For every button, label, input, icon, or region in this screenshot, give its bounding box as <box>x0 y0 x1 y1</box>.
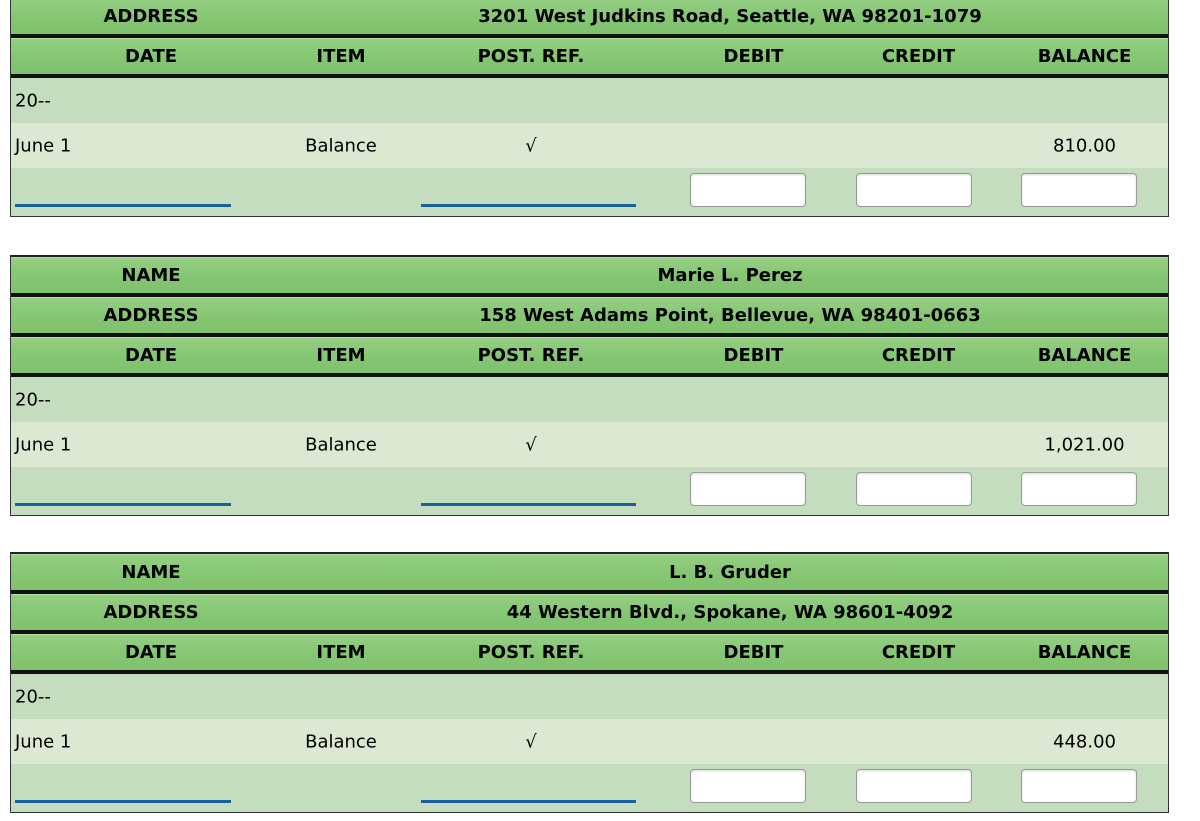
post-ref-input[interactable] <box>421 503 636 506</box>
name-label: NAME <box>121 264 181 286</box>
address-row: ADDRESS 44 Western Blvd., Spokane, WA 98… <box>11 594 1168 634</box>
credit-header: CREDIT <box>881 45 956 67</box>
item-header: ITEM <box>316 45 366 67</box>
post-ref-check: √ <box>525 731 537 752</box>
year-row: 20-- <box>11 674 1168 719</box>
balance-input[interactable] <box>1021 173 1137 207</box>
debit-input[interactable] <box>690 173 806 207</box>
entry-row <box>11 764 1168 812</box>
balance-header: BALANCE <box>1037 344 1132 366</box>
post-ref-header: POST. REF. <box>477 45 585 67</box>
balance-cell: 1,021.00 <box>1044 434 1125 455</box>
name-value: L. B. Gruder <box>669 561 791 583</box>
name-row: NAME L. B. Gruder <box>11 554 1168 594</box>
balance-header: BALANCE <box>1037 641 1132 663</box>
date-input[interactable] <box>15 800 231 803</box>
address-value: 158 West Adams Point, Bellevue, WA 98401… <box>479 304 981 326</box>
year-row: 20-- <box>11 377 1168 422</box>
address-value: 44 Western Blvd., Spokane, WA 98601-4092 <box>506 601 954 623</box>
credit-header: CREDIT <box>881 641 956 663</box>
address-label: ADDRESS <box>103 5 199 27</box>
name-label: NAME <box>121 561 181 583</box>
balance-row: June 1 Balance √ 1,021.00 <box>11 422 1168 467</box>
balance-row: June 1 Balance √ 810.00 <box>11 123 1168 168</box>
date-header: DATE <box>124 45 178 67</box>
post-ref-header: POST. REF. <box>477 344 585 366</box>
date-header: DATE <box>124 344 178 366</box>
address-value: 3201 West Judkins Road, Seattle, WA 9820… <box>478 5 982 27</box>
balance-cell: 448.00 <box>1053 731 1116 752</box>
name-value: Marie L. Perez <box>657 264 803 286</box>
credit-header: CREDIT <box>881 344 956 366</box>
year-row: 20-- <box>11 78 1168 123</box>
balance-header: BALANCE <box>1037 45 1132 67</box>
credit-input[interactable] <box>856 769 972 803</box>
entry-row <box>11 168 1168 216</box>
column-header-row: DATE ITEM POST. REF. DEBIT CREDIT BALANC… <box>11 634 1168 674</box>
post-ref-check: √ <box>525 434 537 455</box>
year-cell: 20-- <box>15 686 51 707</box>
address-row: ADDRESS 3201 West Judkins Road, Seattle,… <box>11 0 1168 38</box>
post-ref-header: POST. REF. <box>477 641 585 663</box>
name-row: NAME Marie L. Perez <box>11 257 1168 297</box>
date-cell: June 1 <box>15 731 72 752</box>
debit-header: DEBIT <box>723 641 784 663</box>
address-label: ADDRESS <box>103 601 199 623</box>
credit-input[interactable] <box>856 472 972 506</box>
address-label: ADDRESS <box>103 304 199 326</box>
column-header-row: DATE ITEM POST. REF. DEBIT CREDIT BALANC… <box>11 337 1168 377</box>
date-cell: June 1 <box>15 135 72 156</box>
post-ref-input[interactable] <box>421 204 636 207</box>
address-row: ADDRESS 158 West Adams Point, Bellevue, … <box>11 297 1168 337</box>
ledger-account-2: NAME Marie L. Perez ADDRESS 158 West Ada… <box>10 255 1169 516</box>
debit-header: DEBIT <box>723 344 784 366</box>
ledger-account-3: NAME L. B. Gruder ADDRESS 44 Western Blv… <box>10 552 1169 813</box>
item-header: ITEM <box>316 344 366 366</box>
balance-row: June 1 Balance √ 448.00 <box>11 719 1168 764</box>
post-ref-input[interactable] <box>421 800 636 803</box>
item-cell: Balance <box>305 434 377 455</box>
item-cell: Balance <box>305 731 377 752</box>
item-cell: Balance <box>305 135 377 156</box>
column-header-row: DATE ITEM POST. REF. DEBIT CREDIT BALANC… <box>11 38 1168 78</box>
debit-input[interactable] <box>690 472 806 506</box>
item-header: ITEM <box>316 641 366 663</box>
date-header: DATE <box>124 641 178 663</box>
balance-input[interactable] <box>1021 472 1137 506</box>
post-ref-check: √ <box>525 135 537 156</box>
entry-row <box>11 467 1168 515</box>
date-input[interactable] <box>15 503 231 506</box>
credit-input[interactable] <box>856 173 972 207</box>
year-cell: 20-- <box>15 90 51 111</box>
date-input[interactable] <box>15 204 231 207</box>
debit-input[interactable] <box>690 769 806 803</box>
balance-input[interactable] <box>1021 769 1137 803</box>
date-cell: June 1 <box>15 434 72 455</box>
balance-cell: 810.00 <box>1053 135 1116 156</box>
year-cell: 20-- <box>15 389 51 410</box>
debit-header: DEBIT <box>723 45 784 67</box>
ledger-account-1: ADDRESS 3201 West Judkins Road, Seattle,… <box>10 0 1169 217</box>
